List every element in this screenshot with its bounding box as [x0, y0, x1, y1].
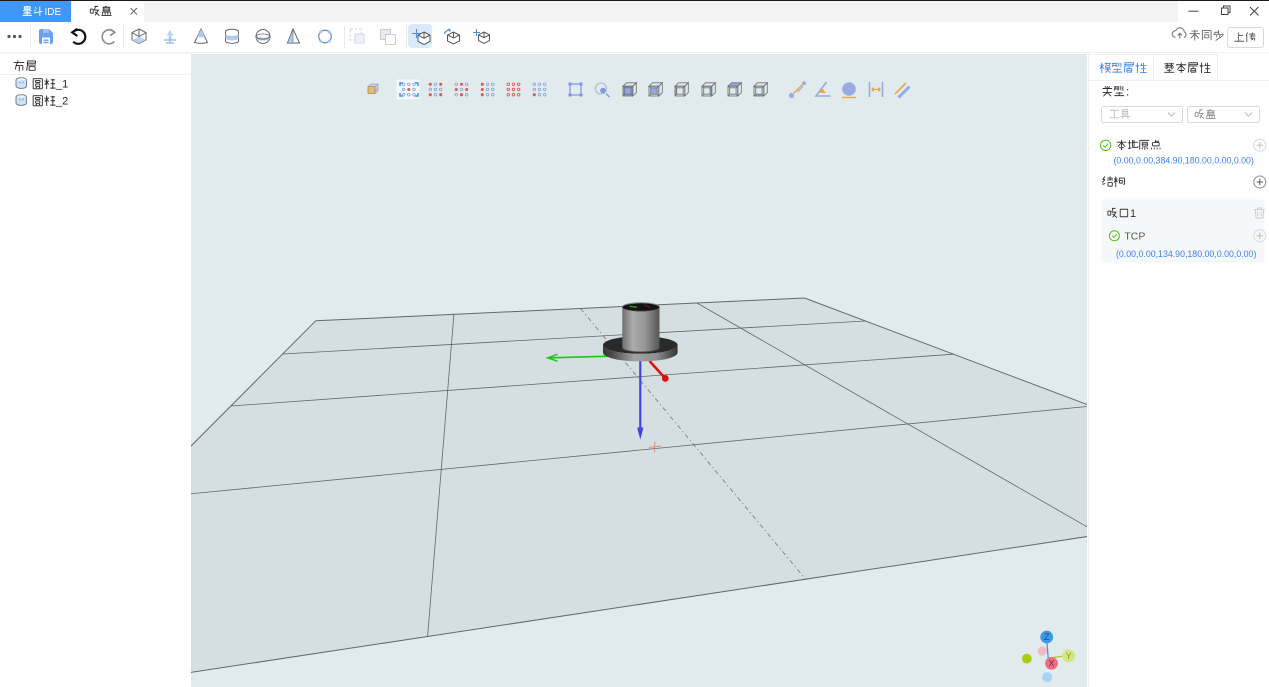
svg-text:_2: _2	[55, 96, 68, 108]
svg-text:_1: _1	[55, 79, 68, 91]
svg-text:TCP: TCP	[1124, 231, 1145, 243]
svg-text:IDE: IDE	[45, 7, 62, 18]
svg-text:1: 1	[1130, 208, 1136, 220]
svg-text::: :	[1126, 87, 1129, 99]
svg-text:(0.00,0.00,134.90,180.00,0.00,: (0.00,0.00,134.90,180.00,0.00,0.00)	[1116, 249, 1256, 259]
svg-text:X: X	[1048, 659, 1054, 669]
svg-text:Z: Z	[1044, 632, 1050, 642]
svg-text:(0.00,0.00,384.90,180.00,0.00,: (0.00,0.00,384.90,180.00,0.00,0.00)	[1114, 156, 1254, 166]
svg-text:Y: Y	[1066, 651, 1072, 661]
